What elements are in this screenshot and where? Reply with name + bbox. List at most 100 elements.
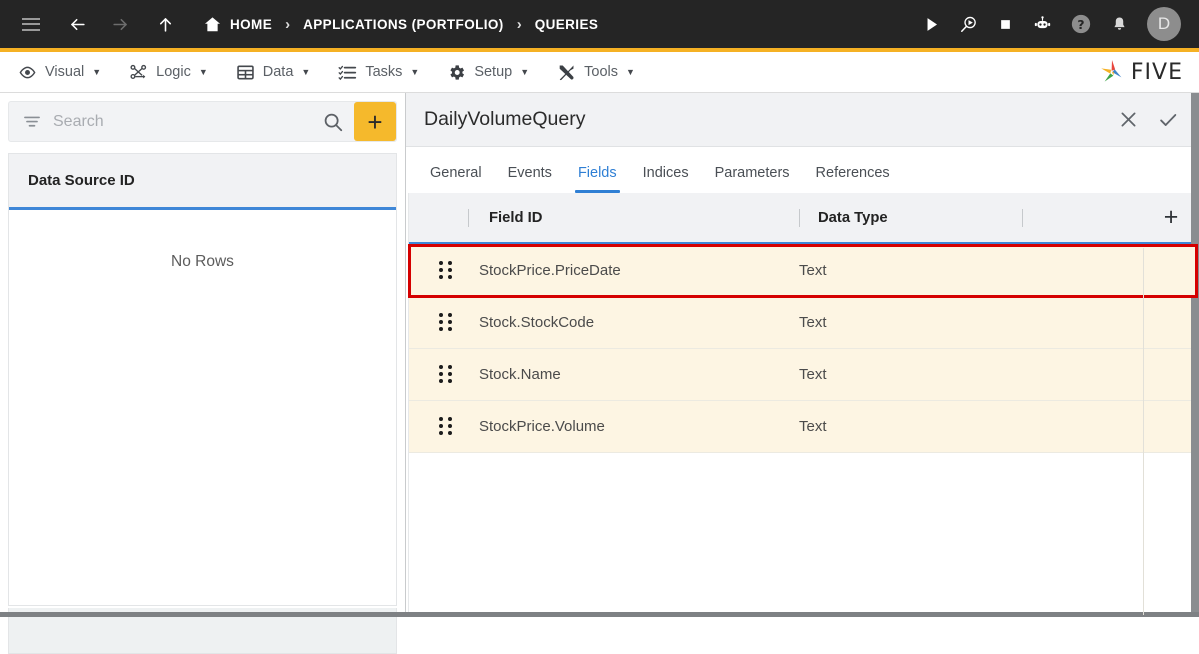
up-button[interactable] <box>156 15 175 34</box>
tab-label: Events <box>507 165 552 181</box>
drag-handle-icon[interactable] <box>439 365 452 384</box>
tab-indices[interactable]: Indices <box>630 165 702 193</box>
chevron-down-icon: ▼ <box>198 66 208 77</box>
column-header-data-type[interactable]: Data Type <box>818 210 888 226</box>
column-resize-handle[interactable] <box>1021 208 1023 227</box>
page-title: DailyVolumeQuery <box>424 108 586 130</box>
column-header-field-id[interactable]: Field ID <box>489 210 799 226</box>
vertical-scrollbar[interactable] <box>1191 93 1199 612</box>
svg-text:?: ? <box>1077 18 1084 32</box>
cell-field-id[interactable]: Stock.StockCode <box>479 314 799 331</box>
menu-item-label: Logic <box>156 64 191 80</box>
tab-label: References <box>815 165 890 181</box>
cell-data-type[interactable]: Text <box>799 366 1089 383</box>
play-icon <box>927 17 938 31</box>
cell-data-type[interactable]: Text <box>799 418 1089 435</box>
stop-square-icon <box>1001 19 1010 29</box>
search-input[interactable] <box>53 112 322 131</box>
left-panel: + Data Source ID No Rows <box>0 93 405 654</box>
menu-item-visual[interactable]: Visual ▼ <box>18 63 101 82</box>
add-data-source-button[interactable]: + <box>354 102 396 141</box>
tab-label: Indices <box>642 165 689 181</box>
menu-item-setup[interactable]: Setup ▼ <box>447 63 529 82</box>
back-button[interactable] <box>68 15 87 34</box>
menu-item-logic[interactable]: Logic ▼ <box>129 63 208 82</box>
drag-handle-icon[interactable] <box>439 417 452 436</box>
arrow-back-icon <box>71 18 85 30</box>
menu-item-label: Tasks <box>365 64 403 80</box>
breadcrumb-separator: › <box>516 15 522 33</box>
data-source-grid: Data Source ID No Rows <box>8 153 397 606</box>
cell-field-id[interactable]: StockPrice.PriceDate <box>479 262 799 279</box>
data-source-grid-body: No Rows <box>9 210 396 604</box>
menu-item-tools[interactable]: Tools ▼ <box>557 63 635 82</box>
confirm-button[interactable] <box>1153 105 1183 135</box>
column-resize-handle[interactable] <box>799 208 800 227</box>
chevron-down-icon: ▼ <box>410 66 420 77</box>
run-button[interactable] <box>922 15 941 34</box>
home-icon <box>204 16 221 31</box>
data-source-grid-header: Data Source ID <box>9 154 396 210</box>
wrench-screwdriver-icon <box>559 65 574 80</box>
table-row[interactable]: Stock.Name Text <box>409 349 1197 401</box>
breadcrumb-item-queries[interactable]: QUERIES <box>535 17 599 32</box>
menu-item-data[interactable]: Data ▼ <box>236 63 311 82</box>
top-toolbar: HOME › APPLICATIONS (PORTFOLIO) › QUERIE… <box>0 0 1199 48</box>
cell-data-type[interactable]: Text <box>799 262 1089 279</box>
brand-name: FIVE <box>1130 59 1183 85</box>
cell-data-type[interactable]: Text <box>799 314 1089 331</box>
breadcrumb-separator: › <box>285 15 291 33</box>
menu-item-tasks[interactable]: Tasks ▼ <box>338 63 419 82</box>
close-icon <box>1121 112 1135 127</box>
breadcrumb: HOME › APPLICATIONS (PORTFOLIO) › QUERIE… <box>203 15 598 34</box>
menu-bar: Visual ▼ Logic ▼ Data ▼ Tasks ▼ Setup ▼ … <box>0 52 1199 93</box>
table-row[interactable]: Stock.StockCode Text <box>409 297 1197 349</box>
help-button[interactable]: ? <box>1070 13 1092 35</box>
cell-field-id[interactable]: StockPrice.Volume <box>479 418 799 435</box>
avatar[interactable]: D <box>1147 7 1181 41</box>
add-field-label: + <box>1163 203 1179 231</box>
breadcrumb-item-applications[interactable]: APPLICATIONS (PORTFOLIO) <box>303 17 504 32</box>
tab-label: Fields <box>577 165 617 181</box>
hamburger-menu-button[interactable] <box>22 17 40 31</box>
cell-field-id[interactable]: Stock.Name <box>479 366 799 383</box>
tab-references[interactable]: References <box>803 165 903 193</box>
table-row[interactable]: StockPrice.PriceDate Text <box>408 244 1198 298</box>
chevron-down-icon: ▼ <box>520 66 530 77</box>
menu-item-label: Tools <box>584 64 618 80</box>
table-row[interactable]: StockPrice.Volume Text <box>409 401 1197 453</box>
drag-handle-icon[interactable] <box>439 261 452 280</box>
debug-run-button[interactable] <box>959 15 978 34</box>
main-panel: DailyVolumeQuery General Events Fields I… <box>406 93 1199 617</box>
menu-item-label: Setup <box>474 64 513 80</box>
tab-events[interactable]: Events <box>495 165 565 193</box>
close-button[interactable] <box>1113 105 1143 135</box>
debug-magnifier-play-icon <box>961 16 976 32</box>
forward-button[interactable] <box>111 15 130 34</box>
column-resize-handle[interactable] <box>468 208 469 227</box>
record-title-bar: DailyVolumeQuery <box>406 93 1199 147</box>
table-grid-icon <box>237 65 254 79</box>
five-star-logo-icon <box>1101 60 1122 82</box>
tab-general[interactable]: General <box>417 165 495 193</box>
search-icon[interactable] <box>322 111 344 133</box>
tab-fields[interactable]: Fields <box>565 165 630 193</box>
menu-item-label: Data <box>262 64 294 80</box>
notifications-button[interactable] <box>1110 15 1129 34</box>
tab-parameters[interactable]: Parameters <box>702 165 803 193</box>
assistant-button[interactable] <box>1033 15 1052 34</box>
breadcrumb-item-home[interactable]: HOME <box>230 17 272 32</box>
drag-handle-icon[interactable] <box>439 313 452 332</box>
chevron-down-icon: ▼ <box>92 66 102 77</box>
tab-label: Parameters <box>714 165 790 181</box>
stop-button[interactable] <box>996 15 1015 34</box>
add-data-source-label: + <box>367 106 383 137</box>
bell-icon <box>1114 17 1125 30</box>
column-header-data-source-id[interactable]: Data Source ID <box>28 172 135 189</box>
arrow-up-icon <box>159 17 172 32</box>
logic-nodes-icon <box>130 64 147 79</box>
chevron-down-icon: ▼ <box>301 66 311 77</box>
filter-icon[interactable] <box>22 112 42 132</box>
add-field-button[interactable]: + <box>1157 204 1185 232</box>
tab-label: General <box>430 165 482 181</box>
